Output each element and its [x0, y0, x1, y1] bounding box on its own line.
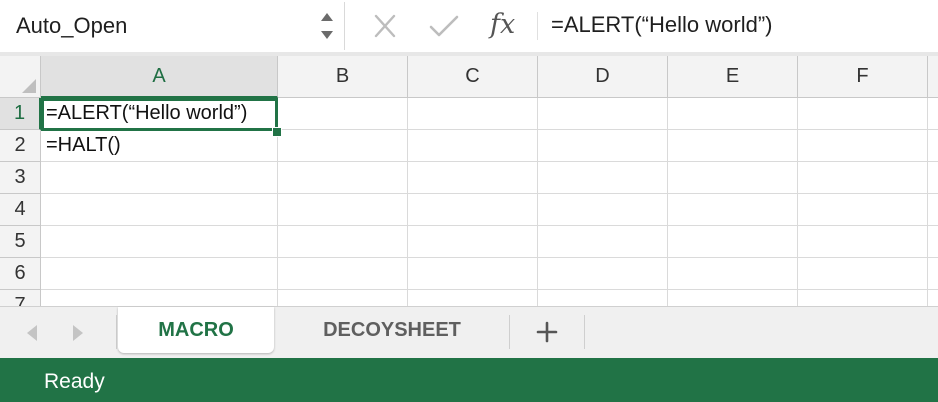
cell-e7[interactable] [668, 290, 798, 306]
cell-c2[interactable] [408, 130, 538, 162]
fill-handle[interactable] [272, 127, 282, 137]
name-box[interactable]: Auto_Open [0, 0, 344, 52]
row-header-7[interactable]: 7 [0, 290, 41, 306]
sheet-tab-bar: MACRO DECOYSHEET [0, 306, 938, 358]
cell-c6[interactable] [408, 258, 538, 290]
column-header-c[interactable]: C [408, 56, 538, 98]
tab-decoysheet[interactable]: DECOYSHEET [276, 307, 508, 353]
cell-b5[interactable] [278, 226, 408, 258]
column-header-e[interactable]: E [668, 56, 798, 98]
row-header-2[interactable]: 2 [0, 130, 41, 162]
cell-e3[interactable] [668, 162, 798, 194]
cell-a3[interactable] [41, 162, 278, 194]
cell-b7[interactable] [278, 290, 408, 306]
checkmark-icon[interactable] [428, 14, 460, 43]
cell-g5[interactable] [928, 226, 938, 258]
cell-f3[interactable] [798, 162, 928, 194]
spreadsheet-grid: A B C D E F 1 2 3 4 5 6 7 =ALERT(“Hello … [0, 56, 938, 306]
cell-a4[interactable] [41, 194, 278, 226]
cell-c7[interactable] [408, 290, 538, 306]
chevron-down-icon[interactable] [321, 31, 333, 39]
cell-g4[interactable] [928, 194, 938, 226]
cell-b1[interactable] [278, 98, 408, 130]
cell-f5[interactable] [798, 226, 928, 258]
tab-macro[interactable]: MACRO [118, 307, 274, 353]
cell-f7[interactable] [798, 290, 928, 306]
cell-e5[interactable] [668, 226, 798, 258]
tab-divider [584, 315, 585, 349]
cancel-x-icon[interactable] [372, 14, 398, 43]
select-all-corner[interactable] [0, 56, 41, 98]
row-header-6[interactable]: 6 [0, 258, 41, 290]
row-header-4[interactable]: 4 [0, 194, 41, 226]
fx-icon[interactable]: fx [490, 10, 515, 40]
name-box-dropdown[interactable] [318, 6, 336, 46]
column-header-g[interactable] [928, 56, 938, 98]
plus-icon [536, 321, 558, 343]
cell-d1[interactable] [538, 98, 668, 130]
cell-e6[interactable] [668, 258, 798, 290]
chevron-up-icon[interactable] [321, 13, 333, 21]
row-header-3[interactable]: 3 [0, 162, 41, 194]
cell-c1[interactable] [408, 98, 538, 130]
cell-d6[interactable] [538, 258, 668, 290]
cell-a2[interactable]: =HALT() [41, 130, 278, 162]
cell-d3[interactable] [538, 162, 668, 194]
cell-g2[interactable] [928, 130, 938, 162]
tab-prev-icon[interactable] [24, 323, 40, 348]
column-header-a[interactable]: A [41, 56, 278, 98]
cell-a1[interactable]: =ALERT(“Hello world”) [41, 98, 278, 130]
select-all-icon [22, 79, 36, 93]
cell-c5[interactable] [408, 226, 538, 258]
cell-f2[interactable] [798, 130, 928, 162]
cell-d5[interactable] [538, 226, 668, 258]
cell-c3[interactable] [408, 162, 538, 194]
tab-divider [116, 315, 117, 349]
cell-g7[interactable] [928, 290, 938, 306]
column-header-f[interactable]: F [798, 56, 928, 98]
status-bar: Ready [0, 358, 938, 402]
column-header-b[interactable]: B [278, 56, 408, 98]
cell-b2[interactable] [278, 130, 408, 162]
cell-a5[interactable] [41, 226, 278, 258]
cell-e1[interactable] [668, 98, 798, 130]
cell-a7[interactable] [41, 290, 278, 306]
cell-b3[interactable] [278, 162, 408, 194]
cell-e4[interactable] [668, 194, 798, 226]
row-header-5[interactable]: 5 [0, 226, 41, 258]
cell-c4[interactable] [408, 194, 538, 226]
cell-a6[interactable] [41, 258, 278, 290]
cell-g6[interactable] [928, 258, 938, 290]
tab-next-icon[interactable] [70, 323, 86, 348]
formula-divider [537, 12, 538, 40]
formula-bar-divider [344, 2, 345, 50]
cell-f1[interactable] [798, 98, 928, 130]
cell-d2[interactable] [538, 130, 668, 162]
column-header-d[interactable]: D [538, 56, 668, 98]
cell-g1[interactable] [928, 98, 938, 130]
cell-b4[interactable] [278, 194, 408, 226]
cell-f6[interactable] [798, 258, 928, 290]
name-box-value[interactable]: Auto_Open [16, 13, 127, 39]
formula-input[interactable]: =ALERT(“Hello world”) [551, 12, 772, 38]
cell-g3[interactable] [928, 162, 938, 194]
add-sheet-button[interactable] [530, 315, 564, 349]
formula-bar: Auto_Open fx =ALERT(“Hello world”) [0, 0, 938, 52]
cell-f4[interactable] [798, 194, 928, 226]
row-header-1[interactable]: 1 [0, 98, 41, 130]
cell-d7[interactable] [538, 290, 668, 306]
tab-divider [509, 315, 510, 349]
status-text: Ready [44, 370, 105, 393]
cell-b6[interactable] [278, 258, 408, 290]
cell-e2[interactable] [668, 130, 798, 162]
cell-d4[interactable] [538, 194, 668, 226]
